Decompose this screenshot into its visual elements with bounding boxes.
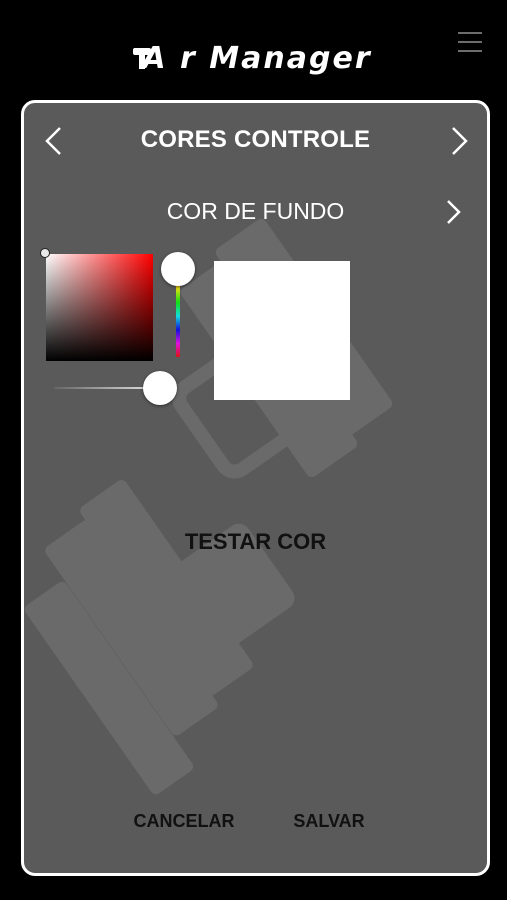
page-title: CORES CONTROLE bbox=[140, 126, 371, 153]
next-chevron-icon[interactable] bbox=[449, 125, 471, 157]
save-button[interactable]: SALVAR bbox=[274, 811, 384, 832]
section-title: COR DE FUNDO bbox=[166, 198, 345, 224]
app-logo: A r Manager bbox=[133, 41, 371, 76]
cancel-button[interactable]: CANCELAR bbox=[124, 811, 244, 832]
opacity-slider-thumb[interactable] bbox=[143, 371, 177, 405]
test-color-button[interactable]: TESTAR COR bbox=[24, 529, 487, 555]
app-header: A r Manager bbox=[0, 0, 507, 95]
hamburger-menu-icon[interactable] bbox=[458, 30, 482, 54]
hue-slider-track[interactable] bbox=[176, 275, 180, 357]
color-preview-swatch bbox=[214, 261, 350, 400]
next-section-chevron-icon[interactable] bbox=[444, 198, 464, 226]
color-settings-panel: CORES CONTROLE COR DE FUNDO TESTAR COR C… bbox=[21, 100, 490, 876]
saturation-value-handle[interactable] bbox=[40, 248, 50, 258]
hue-slider-thumb[interactable] bbox=[161, 252, 195, 286]
saturation-value-picker[interactable] bbox=[46, 254, 153, 361]
svg-text:A r Manager: A r Manager bbox=[140, 41, 371, 76]
